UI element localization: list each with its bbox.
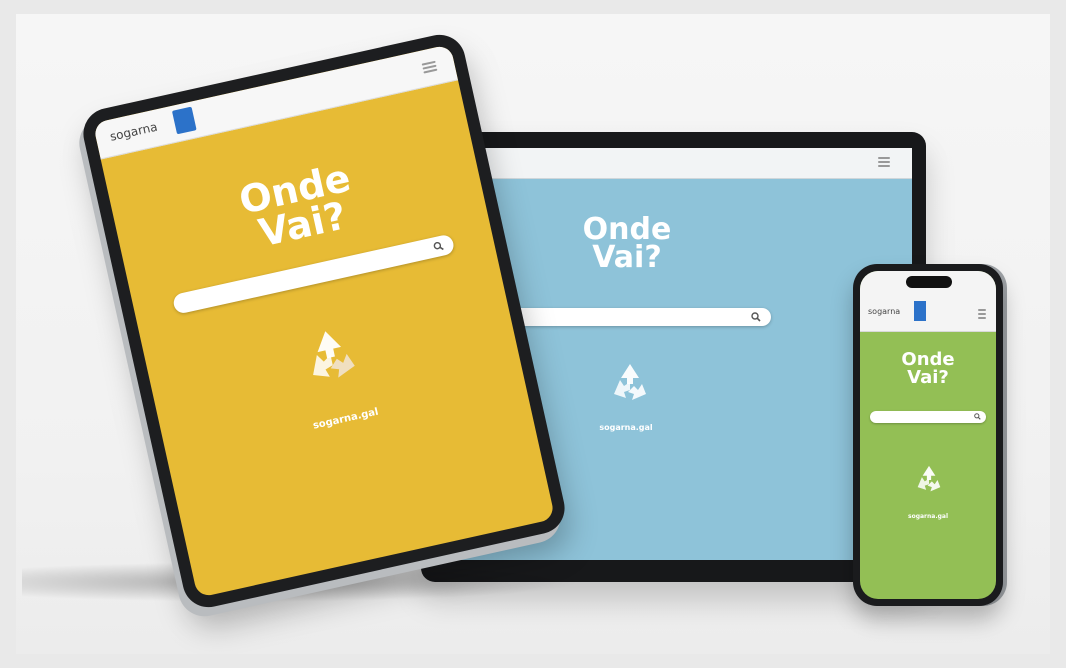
menu-icon[interactable] [878, 157, 890, 169]
site-url[interactable]: sogarna.gal [561, 423, 691, 432]
recycle-icon [313, 331, 355, 378]
status-bar [860, 271, 996, 293]
recycle-icon [917, 465, 941, 492]
product-mockup-scene: Onde Vai? sogarna.gal sogarna Onde Vai? … [16, 14, 1050, 654]
title-line-2: Vai? [592, 240, 662, 275]
search-input[interactable] [870, 411, 986, 423]
tablet-screen: sogarna Onde Vai? sogarna.gal [92, 44, 556, 598]
phone-screen: sogarna Onde Vai? sogarna.gal [860, 271, 996, 599]
brand-name[interactable]: sogarna [109, 120, 159, 144]
phone-header: sogarna [860, 293, 996, 332]
page-title: Onde Vai? [860, 351, 996, 387]
recycle-icon [614, 364, 646, 400]
tablet-device: sogarna Onde Vai? sogarna.gal [78, 29, 570, 613]
brand-name[interactable]: sogarna [868, 307, 900, 316]
site-url[interactable]: sogarna.gal [166, 374, 526, 464]
search-icon[interactable] [974, 413, 981, 420]
brand-logo[interactable] [171, 106, 197, 135]
laptop-header [441, 148, 912, 179]
search-input[interactable] [491, 308, 771, 326]
menu-icon[interactable] [421, 60, 438, 76]
title-line-2: Vai? [907, 367, 949, 388]
phone-device: sogarna Onde Vai? sogarna.gal [853, 264, 1003, 606]
site-url[interactable]: sogarna.gal [860, 513, 996, 520]
page-title: Onde Vai? [112, 132, 485, 282]
brand-logo[interactable] [914, 301, 926, 321]
menu-icon[interactable] [978, 309, 986, 321]
search-icon[interactable] [751, 312, 761, 322]
page-title: Onde Vai? [537, 215, 717, 275]
phone-notch [906, 276, 952, 288]
search-icon[interactable] [433, 240, 445, 252]
